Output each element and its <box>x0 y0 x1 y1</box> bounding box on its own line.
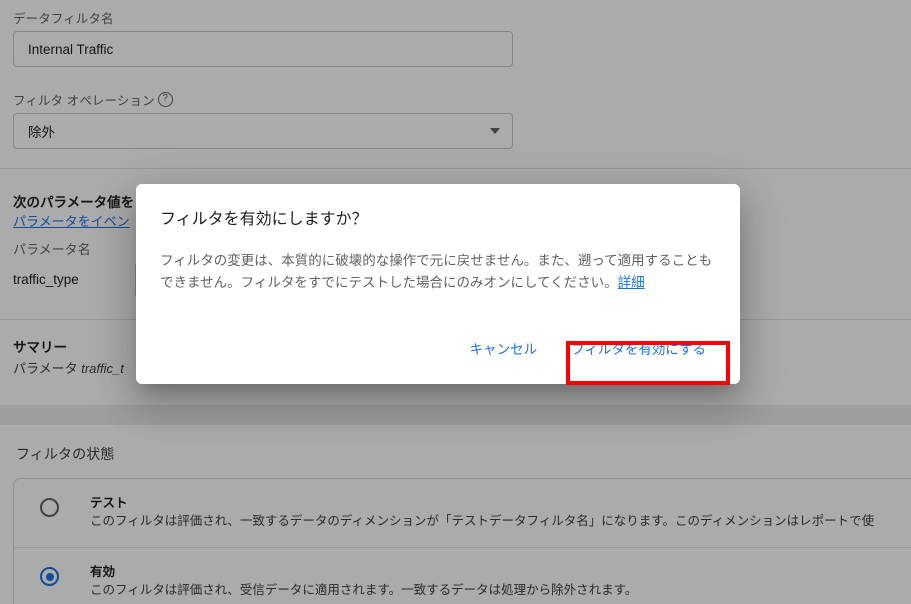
dialog-body: フィルタの変更は、本質的に破壊的な操作で元に戻せません。また、遡って適用すること… <box>160 250 716 294</box>
confirm-button[interactable]: フィルタを有効にする <box>561 330 716 366</box>
cancel-button[interactable]: キャンセル <box>460 330 548 366</box>
dialog-actions: キャンセル フィルタを有効にする <box>160 330 716 372</box>
dialog-learn-more-link[interactable]: 詳細 <box>618 275 645 290</box>
filter-settings-page: データフィルタ名 Internal Traffic フィルタ オペレーション 除… <box>0 0 911 604</box>
dialog-title: フィルタを有効にしますか？ <box>160 211 368 228</box>
enable-filter-dialog: フィルタを有効にしますか？ フィルタの変更は、本質的に破壊的な操作で元に戻せませ… <box>136 184 740 384</box>
